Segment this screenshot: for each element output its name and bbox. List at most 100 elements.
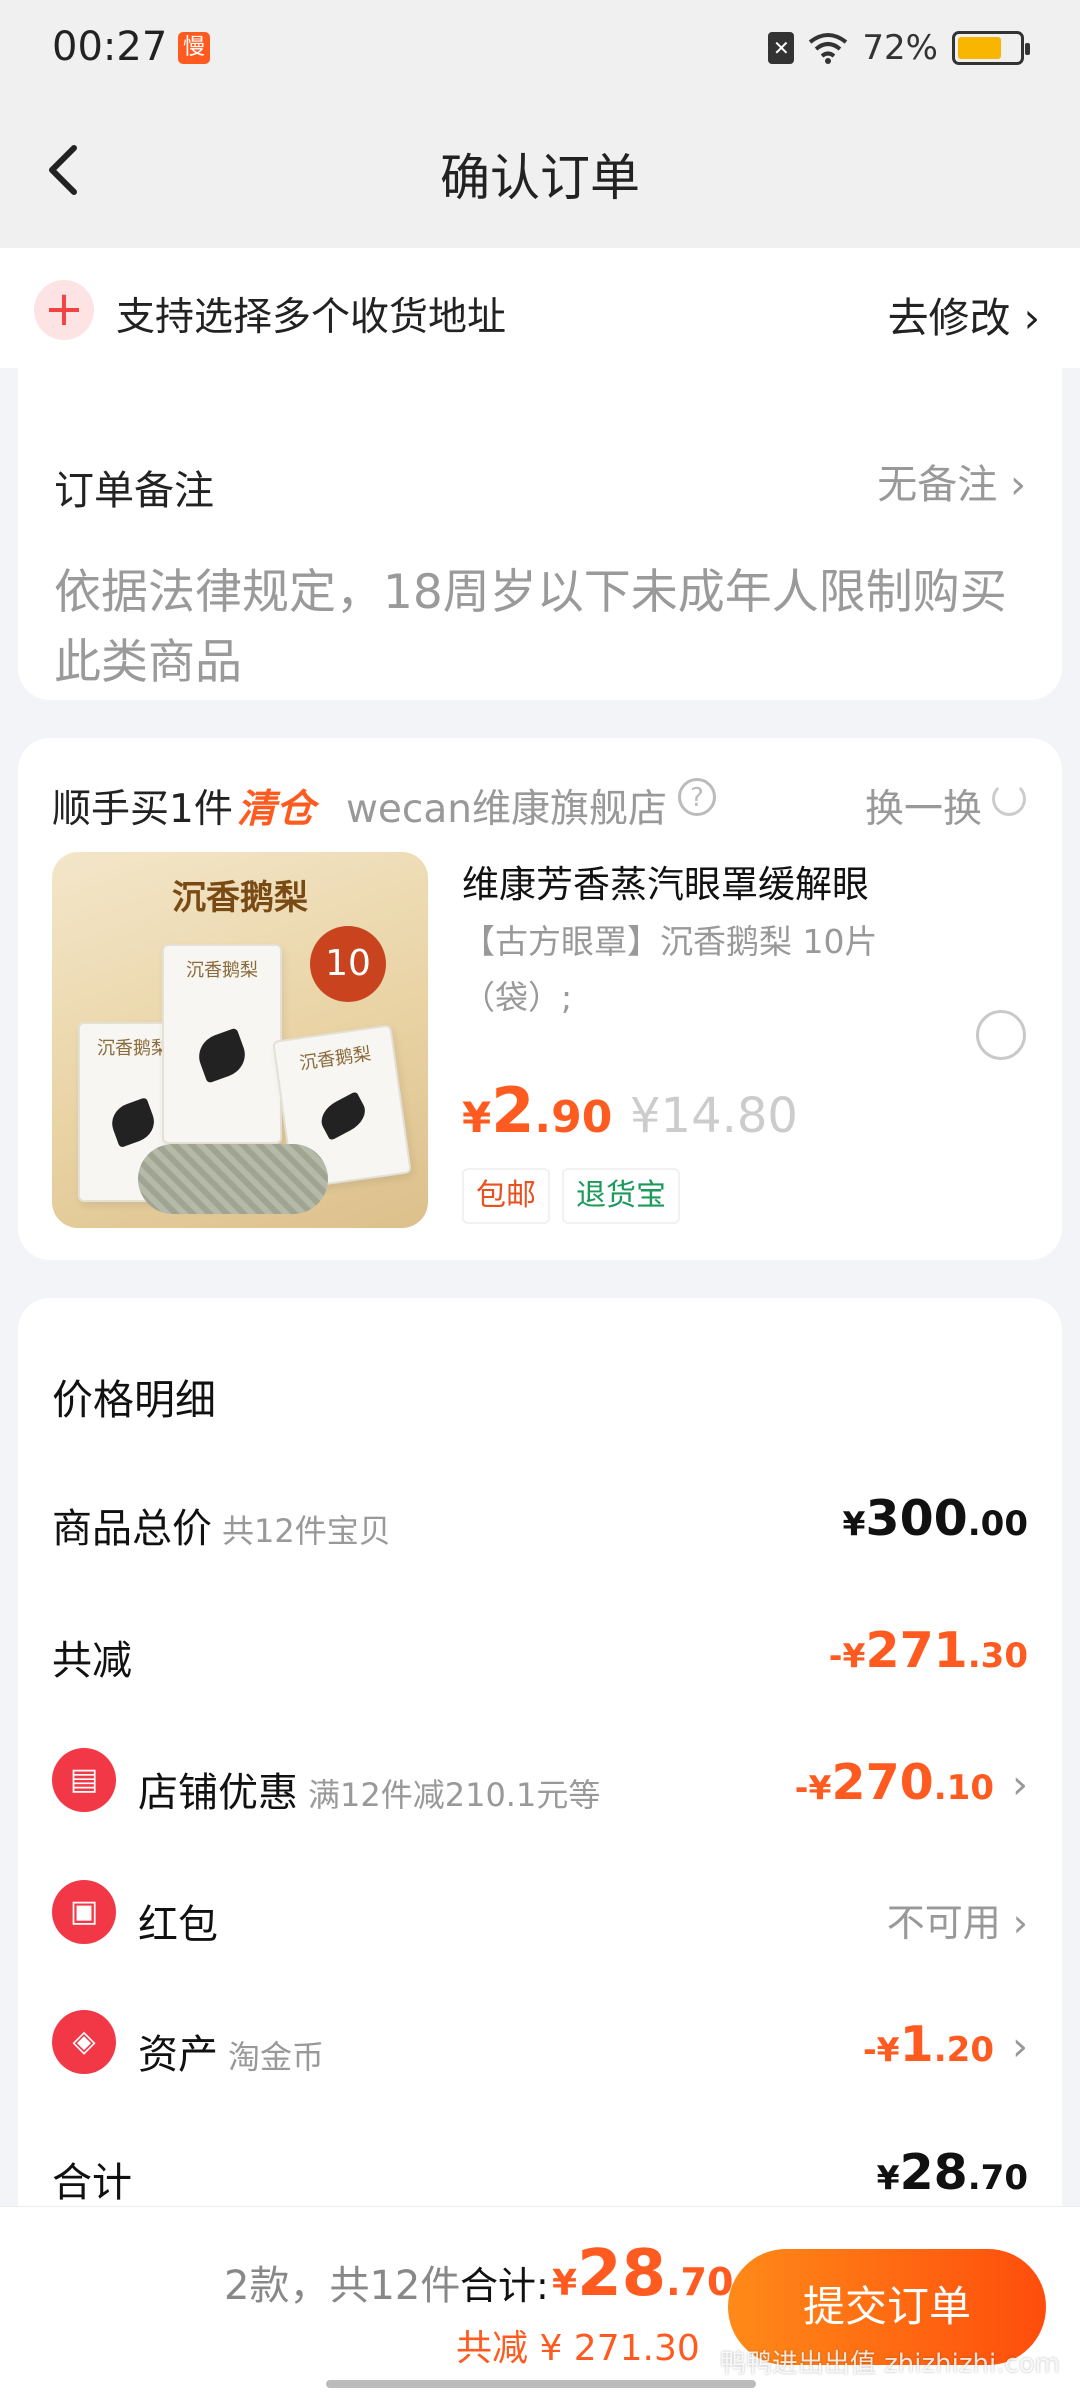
coin-tag-icon: ◈ bbox=[52, 2010, 116, 2074]
store-icon: ▤ bbox=[52, 1748, 116, 1812]
help-icon[interactable]: ? bbox=[678, 778, 716, 816]
assets-row[interactable]: ◈ 资产 淘金币 -¥1.20 › bbox=[52, 2010, 1028, 2080]
remarks-card: 订单备注 无备注 › 依据法律规定，18周岁以下未成年人限制购买此类商品 bbox=[18, 368, 1062, 700]
assets-text: 资产 bbox=[138, 2032, 218, 2078]
total-row: 合计 ¥28.70 bbox=[52, 2138, 1028, 2208]
battery-percent: 72% bbox=[862, 28, 938, 68]
amount-integer: 270 bbox=[831, 1754, 934, 1811]
amount-currency: ¥ bbox=[842, 1504, 866, 1543]
price-decimal: .90 bbox=[534, 1092, 613, 1143]
amount-currency: ¥ bbox=[552, 2263, 578, 2304]
amount-integer: 300 bbox=[865, 1490, 968, 1547]
amount-currency: -¥ bbox=[862, 2030, 900, 2069]
red-packet-value: 不可用 › bbox=[886, 1901, 1028, 1945]
amount-currency: ¥ bbox=[876, 2158, 900, 2197]
product-box-center: 沉香鹅梨 bbox=[162, 944, 282, 1144]
price-detail-title: 价格明细 bbox=[52, 1376, 216, 1424]
store-promo-row[interactable]: ▤ 店铺优惠 满12件减210.1元等 -¥270.10 › bbox=[52, 1748, 1028, 1818]
assets-detail: 淘金币 bbox=[228, 2038, 325, 2076]
goods-count: 共12件宝贝 bbox=[222, 1512, 391, 1550]
amount-decimal: .20 bbox=[933, 2030, 994, 2070]
address-bar[interactable]: + 支持选择多个收货地址 去修改 › bbox=[0, 248, 1080, 368]
amount-decimal: .00 bbox=[967, 1504, 1028, 1544]
amount-integer: 28 bbox=[577, 2237, 667, 2311]
amount-decimal: .10 bbox=[933, 1768, 994, 1808]
footer-total-label: 合计: bbox=[460, 2264, 549, 2308]
footer-total-amount: ¥28.70 bbox=[552, 2237, 733, 2311]
goods-total-label: 商品总价 共12件宝贝 bbox=[52, 1496, 391, 1554]
price-detail-card: 价格明细 商品总价 共12件宝贝 ¥300.00 共减 -¥271.30 ▤ 店铺… bbox=[18, 1298, 1062, 2238]
store-name: wecan维康旗舰店 bbox=[346, 787, 667, 832]
watermark: 鸭鸭进出出值 zhizhizhi.com bbox=[719, 2349, 1060, 2379]
product-spec: 【古方眼罩】沉香鹅梨 10片（袋）; bbox=[462, 922, 878, 1017]
assets-amount: -¥1.20 bbox=[863, 2016, 994, 2073]
upsell-title: 顺手买1件 清仓 bbox=[52, 778, 315, 834]
page-title: 确认订单 bbox=[440, 149, 640, 207]
amount-decimal: .70 bbox=[967, 2158, 1028, 2198]
total-label: 合计 bbox=[52, 2160, 132, 2206]
product-image[interactable]: 沉香鹅梨 沉香鹅梨 沉香鹅梨 沉香鹅梨 10 bbox=[52, 852, 428, 1228]
remarks-label: 订单备注 bbox=[54, 468, 214, 514]
return-insurance-tag: 退货宝 bbox=[562, 1168, 680, 1224]
select-radio[interactable] bbox=[976, 1010, 1026, 1060]
price-currency: ¥ bbox=[462, 1093, 492, 1142]
store-promo-label: 店铺优惠 满12件减210.1元等 bbox=[138, 1760, 600, 1818]
upsell-title-text: 顺手买1件 bbox=[52, 787, 233, 832]
status-right: ✕ 72% bbox=[768, 28, 1030, 68]
goods-total-row: 商品总价 共12件宝贝 ¥300.00 bbox=[52, 1484, 1028, 1554]
refresh-icon[interactable] bbox=[992, 782, 1026, 816]
nav-bar: 确认订单 bbox=[0, 100, 1080, 248]
product-name[interactable]: 维康芳香蒸汽眼罩缓解眼 bbox=[462, 854, 869, 908]
status-time: 00:27 bbox=[52, 24, 168, 70]
edit-address-link[interactable]: 去修改 › bbox=[888, 284, 1040, 344]
wifi-icon bbox=[809, 33, 848, 64]
swap-button[interactable]: 换一换 bbox=[865, 778, 982, 834]
app-notification-icon: 慢 bbox=[178, 32, 210, 64]
battery-level bbox=[958, 37, 1002, 59]
original-price: ¥14.80 bbox=[630, 1088, 798, 1144]
sim-icon: ✕ bbox=[768, 32, 795, 64]
discount-label: 共减 bbox=[52, 1638, 132, 1684]
store-promo-amount: -¥270.10 bbox=[795, 1754, 994, 1811]
amount-integer: 28 bbox=[899, 2144, 968, 2201]
footer-saved: 共减 ¥ 271.30 bbox=[456, 2328, 700, 2369]
total-amount: ¥28.70 bbox=[877, 2144, 1028, 2201]
remarks-value[interactable]: 无备注 › bbox=[877, 452, 1026, 510]
home-indicator[interactable] bbox=[326, 2380, 756, 2388]
amount-decimal: .30 bbox=[967, 1636, 1028, 1676]
discount-row: 共减 -¥271.30 bbox=[52, 1616, 1028, 1686]
discount-amount: -¥271.30 bbox=[829, 1622, 1028, 1679]
address-hint: 支持选择多个收货地址 bbox=[116, 295, 507, 340]
free-shipping-tag: 包邮 bbox=[462, 1168, 550, 1224]
chevron-right-icon: › bbox=[1012, 1762, 1028, 1808]
clearance-label: 清仓 bbox=[236, 787, 315, 832]
checkout-footer: 2款，共12件 合计: ¥28.70 共减 ¥ 271.30 提交订单 鸭鸭进出… bbox=[0, 2206, 1080, 2400]
chevron-right-icon: › bbox=[1012, 2024, 1028, 2070]
product-image-title: 沉香鹅梨 bbox=[172, 878, 308, 918]
bird-graphic bbox=[315, 1090, 372, 1141]
box-label: 沉香鹅梨 bbox=[186, 960, 258, 981]
amount-currency: -¥ bbox=[828, 1636, 866, 1675]
amount-currency: -¥ bbox=[794, 1768, 832, 1807]
bird-graphic bbox=[106, 1097, 160, 1148]
product-price: ¥2.90 bbox=[462, 1074, 612, 1147]
store-promo-detail: 满12件减210.1元等 bbox=[308, 1776, 601, 1814]
pack-count-badge: 10 bbox=[310, 926, 386, 1002]
status-bar: 00:27 慢 ✕ 72% bbox=[0, 0, 1080, 100]
bird-graphic bbox=[192, 1027, 252, 1084]
battery-icon bbox=[952, 31, 1030, 65]
store-promo-text: 店铺优惠 bbox=[138, 1770, 298, 1816]
red-packet-label: 红包 bbox=[138, 1902, 218, 1948]
goods-total-amount: ¥300.00 bbox=[843, 1490, 1029, 1547]
amount-decimal: .70 bbox=[666, 2260, 734, 2304]
red-packet-icon: ▣ bbox=[52, 1880, 116, 1944]
assets-label: 资产 淘金币 bbox=[138, 2022, 324, 2080]
red-packet-row[interactable]: ▣ 红包 不可用 › bbox=[52, 1880, 1028, 1950]
box-label: 沉香鹅梨 bbox=[298, 1043, 373, 1075]
amount-integer: 1 bbox=[899, 2016, 934, 2073]
upsell-card: 顺手买1件 清仓 wecan维康旗舰店 ? 换一换 沉香鹅梨 沉香鹅梨 沉香鹅梨 … bbox=[18, 738, 1062, 1260]
age-notice: 依据法律规定，18周岁以下未成年人限制购买此类商品 bbox=[54, 565, 1007, 690]
goods-total-text: 商品总价 bbox=[52, 1506, 212, 1552]
price-integer: 2 bbox=[491, 1074, 535, 1147]
plus-icon: + bbox=[34, 280, 94, 340]
